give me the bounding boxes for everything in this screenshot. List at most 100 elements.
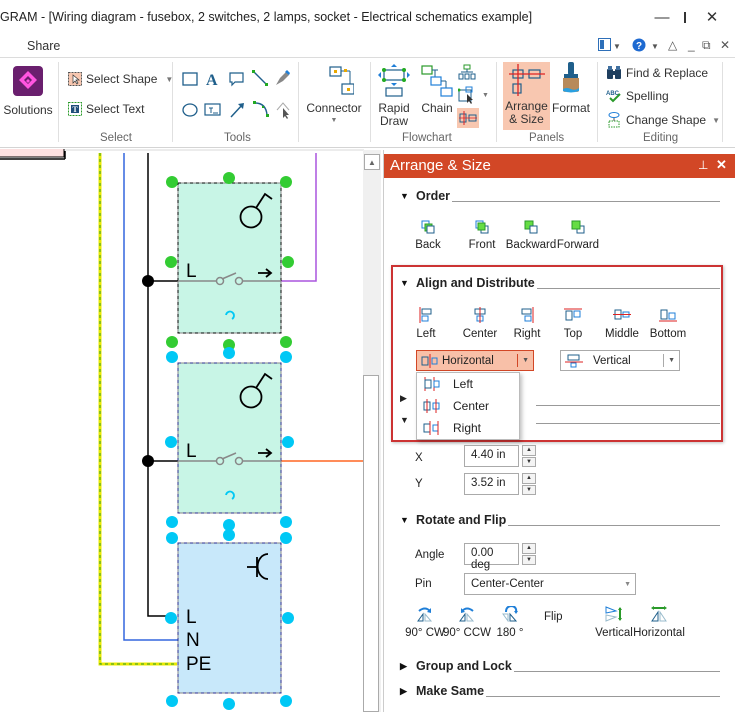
point-edit-tool-icon[interactable] [276, 102, 290, 119]
section-divider [513, 670, 720, 672]
textbox-tool-icon[interactable] [204, 103, 221, 116]
svg-text:A: A [206, 72, 218, 89]
ellipse-tool-icon[interactable] [182, 103, 198, 117]
close-panel-icon[interactable]: ✕ [716, 157, 727, 173]
increment-button[interactable]: ▲ [522, 543, 536, 554]
pin-select[interactable]: Center-Center ▼ [464, 573, 636, 595]
x-spinner[interactable]: ▲ ▼ [522, 445, 536, 467]
select-shape-button[interactable]: Select Shape ▼ [68, 72, 173, 86]
align-section-header[interactable]: ▼ Align and Distribute [400, 276, 720, 290]
send-backward-icon [524, 220, 538, 234]
align-left-button[interactable]: Left [412, 307, 440, 340]
horizontal-distribute-select[interactable]: Horizontal ▼ [416, 350, 534, 371]
live-wire[interactable] [147, 153, 170, 617]
connector-button[interactable]: Connector ▼ [302, 64, 366, 124]
format-button[interactable]: Format [550, 62, 592, 115]
dropdown-option-right[interactable]: Right [417, 417, 519, 439]
close-icon: ✕ [705, 9, 719, 26]
select-flow-button[interactable]: ▼ [458, 86, 489, 104]
align-right-button[interactable]: Right [510, 307, 544, 340]
back-button[interactable]: Back [412, 220, 444, 251]
rotate-90cw-button[interactable]: 90° CW [405, 606, 445, 639]
help-icon[interactable]: ? [632, 38, 646, 55]
maximize-button[interactable] [645, 4, 686, 30]
align-middle-button[interactable]: Middle [602, 307, 642, 340]
rotate-180-button[interactable]: 180 ° [490, 606, 530, 639]
distribute-vertical-icon [565, 354, 583, 367]
collapse-ribbon-icon[interactable]: △ [668, 38, 677, 52]
scroll-up-button[interactable]: ▲ [364, 154, 380, 170]
rectangle-tool-icon[interactable] [182, 72, 198, 86]
arrange-size-button[interactable]: Arrange & Size [503, 62, 550, 130]
close-doc-icon[interactable]: ✕ [720, 38, 730, 52]
backward-button[interactable]: Backward [506, 220, 556, 251]
front-button[interactable]: Front [458, 220, 506, 251]
switch-shape-1[interactable] [177, 182, 282, 334]
vertical-scrollbar[interactable]: ▲ [363, 150, 381, 712]
make-same-section-header[interactable]: ▶ Make Same [400, 684, 720, 698]
increment-button[interactable]: ▲ [522, 445, 536, 456]
order-section-header[interactable]: ▼ Order [400, 189, 720, 203]
rotate-section-header[interactable]: ▼ Rotate and Flip [400, 513, 720, 527]
neutral-wire[interactable] [123, 153, 178, 641]
align-bottom-button[interactable]: Bottom [648, 307, 688, 340]
minimize-doc-icon[interactable]: _ [688, 38, 695, 52]
x-input[interactable]: 4.40 in [464, 445, 519, 467]
rapid-draw-button[interactable]: Rapid Draw [376, 64, 412, 128]
select-text-button[interactable]: T Select Text [68, 102, 144, 116]
flip-horizontal-button[interactable]: Horizontal [633, 606, 685, 639]
separator [298, 62, 299, 142]
pin-icon[interactable]: ⊥ [698, 158, 708, 172]
chevron-down-icon[interactable]: ▼ [613, 42, 621, 51]
curve-tool-icon[interactable] [253, 101, 269, 117]
angle-spinner[interactable]: ▲ ▼ [522, 543, 536, 565]
pen-tool-icon[interactable] [276, 70, 290, 85]
callout-tool-icon[interactable] [229, 72, 244, 87]
decrement-button[interactable]: ▼ [522, 554, 536, 565]
scroll-thumb[interactable] [363, 375, 379, 712]
org-chart-button[interactable] [458, 64, 476, 85]
increment-button[interactable]: ▲ [522, 473, 536, 484]
chevron-down-icon[interactable]: ▼ [651, 42, 659, 51]
dropdown-option-center[interactable]: Center [417, 395, 519, 417]
restore-icon[interactable]: ⧉ [702, 38, 711, 53]
spelling-label: Spelling [626, 89, 669, 103]
layout-icon[interactable] [598, 38, 611, 54]
spelling-button[interactable]: ABC Spelling [606, 89, 669, 103]
angle-input[interactable]: 0.00 deg [464, 543, 519, 571]
bring-forward-icon [571, 220, 585, 234]
decrement-button[interactable]: ▼ [522, 456, 536, 467]
socket-label-n: N [186, 630, 200, 651]
rotate-90ccw-button[interactable]: 90° CCW [443, 606, 491, 639]
align-center-button[interactable]: Center [460, 307, 500, 340]
y-spinner[interactable]: ▲ ▼ [522, 473, 536, 495]
find-replace-button[interactable]: Find & Replace [606, 66, 708, 80]
tab-share[interactable]: Share [27, 39, 60, 53]
arrow-tool-icon[interactable] [230, 103, 244, 118]
dropdown-option-left[interactable]: Left [417, 373, 519, 395]
y-input[interactable]: 3.52 in [464, 473, 519, 495]
close-button[interactable]: ✕ [692, 4, 732, 30]
solutions-button[interactable]: Solutions [2, 66, 54, 117]
forward-button[interactable]: Forward [556, 220, 600, 251]
decrement-button[interactable]: ▼ [522, 484, 536, 495]
align-center-label: Center [462, 328, 498, 340]
vertical-distribute-select[interactable]: Vertical ▼ [560, 350, 680, 371]
align-center-icon [474, 307, 486, 323]
pe-wire[interactable] [98, 153, 177, 666]
chain-button[interactable]: Chain [418, 64, 456, 115]
front-label: Front [468, 239, 496, 251]
fusebox-shape-partial[interactable] [0, 149, 66, 160]
align-heading: Align and Distribute [416, 276, 535, 290]
switch-shape-2[interactable] [177, 362, 282, 514]
align-top-button[interactable]: Top [558, 307, 588, 340]
align-flow-button[interactable] [457, 108, 479, 128]
group-lock-section-header[interactable]: ▶ Group and Lock [400, 659, 720, 673]
editing-group-label: Editing [643, 132, 679, 144]
text-tool-icon[interactable]: A [206, 72, 218, 89]
section-divider [486, 695, 720, 697]
change-shape-button[interactable]: Change Shape ▼ [606, 112, 720, 128]
line-tool-icon[interactable] [252, 70, 268, 86]
flip-vertical-button[interactable]: Vertical [594, 606, 634, 639]
drawing-canvas[interactable]: L L L N PE [0, 149, 364, 712]
